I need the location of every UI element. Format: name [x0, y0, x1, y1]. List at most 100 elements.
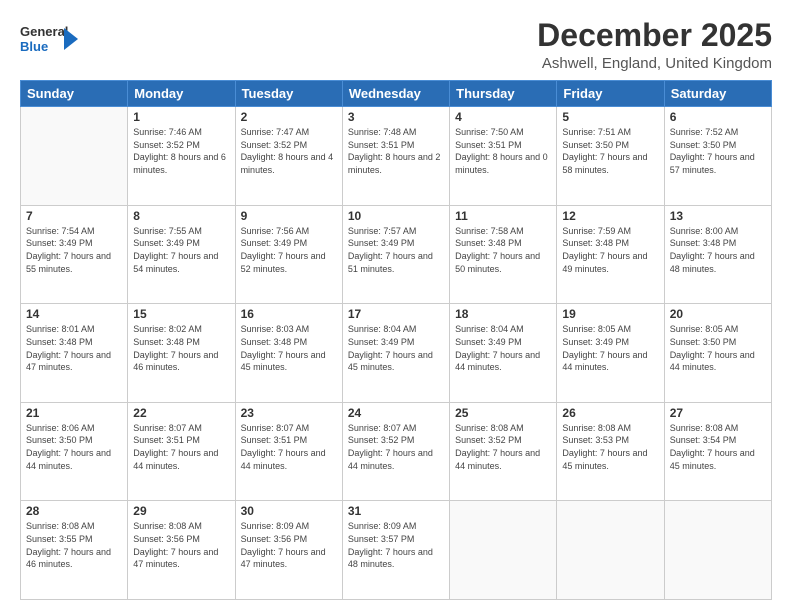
day-number: 23 [241, 406, 337, 420]
day-info: Sunrise: 8:05 AMSunset: 3:49 PMDaylight:… [562, 323, 658, 373]
day-number: 27 [670, 406, 766, 420]
day-info: Sunrise: 7:48 AMSunset: 3:51 PMDaylight:… [348, 126, 444, 176]
day-number: 30 [241, 504, 337, 518]
header-monday: Monday [128, 81, 235, 107]
day-info: Sunrise: 7:54 AMSunset: 3:49 PMDaylight:… [26, 225, 122, 275]
day-info: Sunrise: 7:56 AMSunset: 3:49 PMDaylight:… [241, 225, 337, 275]
day-info: Sunrise: 8:00 AMSunset: 3:48 PMDaylight:… [670, 225, 766, 275]
day-info: Sunrise: 8:08 AMSunset: 3:56 PMDaylight:… [133, 520, 229, 570]
day-info: Sunrise: 7:50 AMSunset: 3:51 PMDaylight:… [455, 126, 551, 176]
header-thursday: Thursday [450, 81, 557, 107]
day-number: 14 [26, 307, 122, 321]
header-friday: Friday [557, 81, 664, 107]
day-info: Sunrise: 8:01 AMSunset: 3:48 PMDaylight:… [26, 323, 122, 373]
table-row [21, 107, 128, 206]
day-number: 13 [670, 209, 766, 223]
table-row [557, 501, 664, 600]
title-block: December 2025 Ashwell, England, United K… [537, 18, 772, 72]
table-row: 11 Sunrise: 7:58 AMSunset: 3:48 PMDayligh… [450, 205, 557, 304]
day-number: 15 [133, 307, 229, 321]
day-info: Sunrise: 8:08 AMSunset: 3:53 PMDaylight:… [562, 422, 658, 472]
day-info: Sunrise: 8:09 AMSunset: 3:56 PMDaylight:… [241, 520, 337, 570]
week-row-3: 21Sunrise: 8:06 AMSunset: 3:50 PMDayligh… [21, 402, 772, 501]
day-info: Sunrise: 8:07 AMSunset: 3:52 PMDaylight:… [348, 422, 444, 472]
day-number: 20 [670, 307, 766, 321]
day-info: Sunrise: 8:04 AMSunset: 3:49 PMDaylight:… [348, 323, 444, 373]
table-row: 31Sunrise: 8:09 AMSunset: 3:57 PMDayligh… [342, 501, 449, 600]
day-number: 4 [455, 110, 551, 124]
table-row: 27 Sunrise: 8:08 AMSunset: 3:54 PMDayligh… [664, 402, 771, 501]
day-info: Sunrise: 8:08 AMSunset: 3:52 PMDaylight:… [455, 422, 551, 472]
table-row: 14 Sunrise: 8:01 AMSunset: 3:48 PMDayligh… [21, 304, 128, 403]
day-number: 26 [562, 406, 658, 420]
day-info: Sunrise: 7:51 AMSunset: 3:50 PMDaylight:… [562, 126, 658, 176]
week-row-2: 14 Sunrise: 8:01 AMSunset: 3:48 PMDayligh… [21, 304, 772, 403]
day-number: 11 [455, 209, 551, 223]
day-number: 28 [26, 504, 122, 518]
table-row: 28Sunrise: 8:08 AMSunset: 3:55 PMDayligh… [21, 501, 128, 600]
day-number: 16 [241, 307, 337, 321]
day-info: Sunrise: 8:02 AMSunset: 3:48 PMDaylight:… [133, 323, 229, 373]
table-row: 15 Sunrise: 8:02 AMSunset: 3:48 PMDayligh… [128, 304, 235, 403]
location: Ashwell, England, United Kingdom [537, 55, 772, 72]
day-info: Sunrise: 7:47 AMSunset: 3:52 PMDaylight:… [241, 126, 337, 176]
calendar-header-row: Sunday Monday Tuesday Wednesday Thursday… [21, 81, 772, 107]
day-info: Sunrise: 7:57 AMSunset: 3:49 PMDaylight:… [348, 225, 444, 275]
table-row: 8 Sunrise: 7:55 AMSunset: 3:49 PMDaylight… [128, 205, 235, 304]
calendar-table: Sunday Monday Tuesday Wednesday Thursday… [20, 80, 772, 600]
header-wednesday: Wednesday [342, 81, 449, 107]
table-row: 22 Sunrise: 8:07 AMSunset: 3:51 PMDayligh… [128, 402, 235, 501]
day-number: 17 [348, 307, 444, 321]
day-number: 25 [455, 406, 551, 420]
table-row: 1Sunrise: 7:46 AMSunset: 3:52 PMDaylight… [128, 107, 235, 206]
day-number: 1 [133, 110, 229, 124]
table-row: 10 Sunrise: 7:57 AMSunset: 3:49 PMDayligh… [342, 205, 449, 304]
day-number: 22 [133, 406, 229, 420]
table-row: 18 Sunrise: 8:04 AMSunset: 3:49 PMDayligh… [450, 304, 557, 403]
svg-text:Blue: Blue [20, 39, 48, 54]
day-number: 29 [133, 504, 229, 518]
day-number: 8 [133, 209, 229, 223]
day-number: 10 [348, 209, 444, 223]
week-row-0: 1Sunrise: 7:46 AMSunset: 3:52 PMDaylight… [21, 107, 772, 206]
table-row: 29 Sunrise: 8:08 AMSunset: 3:56 PMDayligh… [128, 501, 235, 600]
day-info: Sunrise: 8:08 AMSunset: 3:54 PMDaylight:… [670, 422, 766, 472]
table-row: 26 Sunrise: 8:08 AMSunset: 3:53 PMDayligh… [557, 402, 664, 501]
day-info: Sunrise: 8:09 AMSunset: 3:57 PMDaylight:… [348, 520, 444, 570]
day-info: Sunrise: 8:05 AMSunset: 3:50 PMDaylight:… [670, 323, 766, 373]
day-number: 5 [562, 110, 658, 124]
table-row: 30 Sunrise: 8:09 AMSunset: 3:56 PMDayligh… [235, 501, 342, 600]
table-row: 5 Sunrise: 7:51 AMSunset: 3:50 PMDaylight… [557, 107, 664, 206]
table-row: 16Sunrise: 8:03 AMSunset: 3:48 PMDayligh… [235, 304, 342, 403]
day-number: 18 [455, 307, 551, 321]
table-row: 13 Sunrise: 8:00 AMSunset: 3:48 PMDayligh… [664, 205, 771, 304]
week-row-1: 7 Sunrise: 7:54 AMSunset: 3:49 PMDaylight… [21, 205, 772, 304]
table-row: 7 Sunrise: 7:54 AMSunset: 3:49 PMDaylight… [21, 205, 128, 304]
table-row: 20 Sunrise: 8:05 AMSunset: 3:50 PMDayligh… [664, 304, 771, 403]
logo: General Blue [20, 18, 78, 60]
day-number: 7 [26, 209, 122, 223]
day-info: Sunrise: 8:04 AMSunset: 3:49 PMDaylight:… [455, 323, 551, 373]
day-number: 21 [26, 406, 122, 420]
day-number: 12 [562, 209, 658, 223]
table-row: 23Sunrise: 8:07 AMSunset: 3:51 PMDayligh… [235, 402, 342, 501]
header-sunday: Sunday [21, 81, 128, 107]
day-info: Sunrise: 7:59 AMSunset: 3:48 PMDaylight:… [562, 225, 658, 275]
table-row: 6Sunrise: 7:52 AMSunset: 3:50 PMDaylight… [664, 107, 771, 206]
day-number: 6 [670, 110, 766, 124]
day-info: Sunrise: 8:07 AMSunset: 3:51 PMDaylight:… [133, 422, 229, 472]
logo-icon: General Blue [20, 18, 78, 60]
table-row: 2Sunrise: 7:47 AMSunset: 3:52 PMDaylight… [235, 107, 342, 206]
day-info: Sunrise: 7:55 AMSunset: 3:49 PMDaylight:… [133, 225, 229, 275]
svg-text:General: General [20, 24, 68, 39]
header-saturday: Saturday [664, 81, 771, 107]
table-row: 21Sunrise: 8:06 AMSunset: 3:50 PMDayligh… [21, 402, 128, 501]
day-number: 9 [241, 209, 337, 223]
month-title: December 2025 [537, 18, 772, 53]
day-number: 19 [562, 307, 658, 321]
day-number: 24 [348, 406, 444, 420]
day-number: 3 [348, 110, 444, 124]
header: General Blue December 2025 Ashwell, Engl… [20, 18, 772, 72]
day-info: Sunrise: 7:58 AMSunset: 3:48 PMDaylight:… [455, 225, 551, 275]
week-row-4: 28Sunrise: 8:08 AMSunset: 3:55 PMDayligh… [21, 501, 772, 600]
